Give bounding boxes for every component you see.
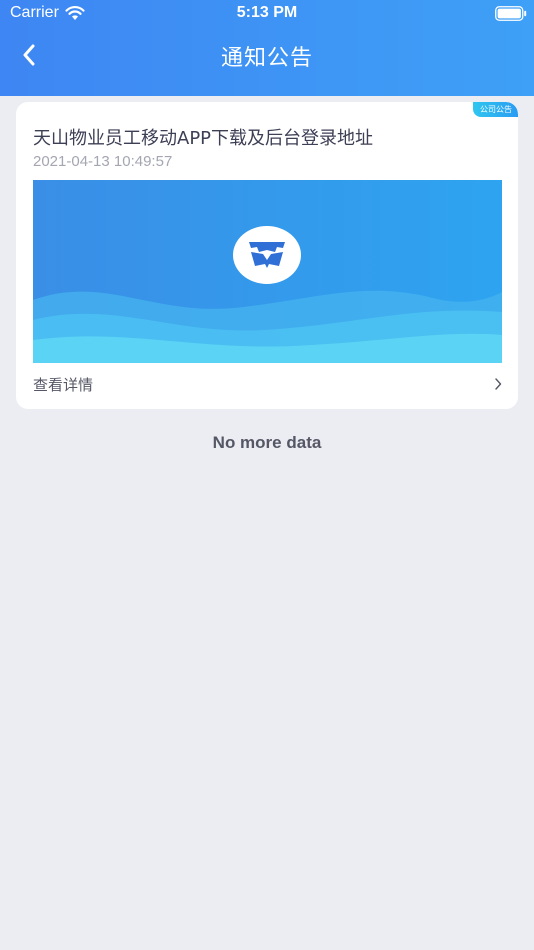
app-header: Carrier 5:13 PM 通知公告 bbox=[0, 0, 534, 96]
notice-card[interactable]: 公司公告 天山物业员工移动APP下载及后台登录地址 2021-04-13 10:… bbox=[16, 102, 518, 409]
nav-bar: 通知公告 bbox=[0, 28, 534, 84]
notice-date: 2021-04-13 10:49:57 bbox=[33, 153, 173, 170]
notice-title: 天山物业员工移动APP下载及后台登录地址 bbox=[33, 128, 374, 149]
battery-icon bbox=[495, 6, 527, 21]
notice-category-badge: 公司公告 bbox=[473, 102, 518, 117]
view-details-label: 查看详情 bbox=[33, 376, 94, 394]
status-time: 5:13 PM bbox=[236, 4, 298, 21]
page-title: 通知公告 bbox=[220, 46, 313, 71]
view-details-link[interactable]: 查看详情 bbox=[33, 372, 502, 398]
status-bar: Carrier 5:13 PM bbox=[0, 0, 534, 28]
notice-banner-image bbox=[33, 180, 502, 363]
no-more-data-label: No more data bbox=[212, 433, 322, 452]
chevron-right-icon bbox=[495, 378, 502, 390]
